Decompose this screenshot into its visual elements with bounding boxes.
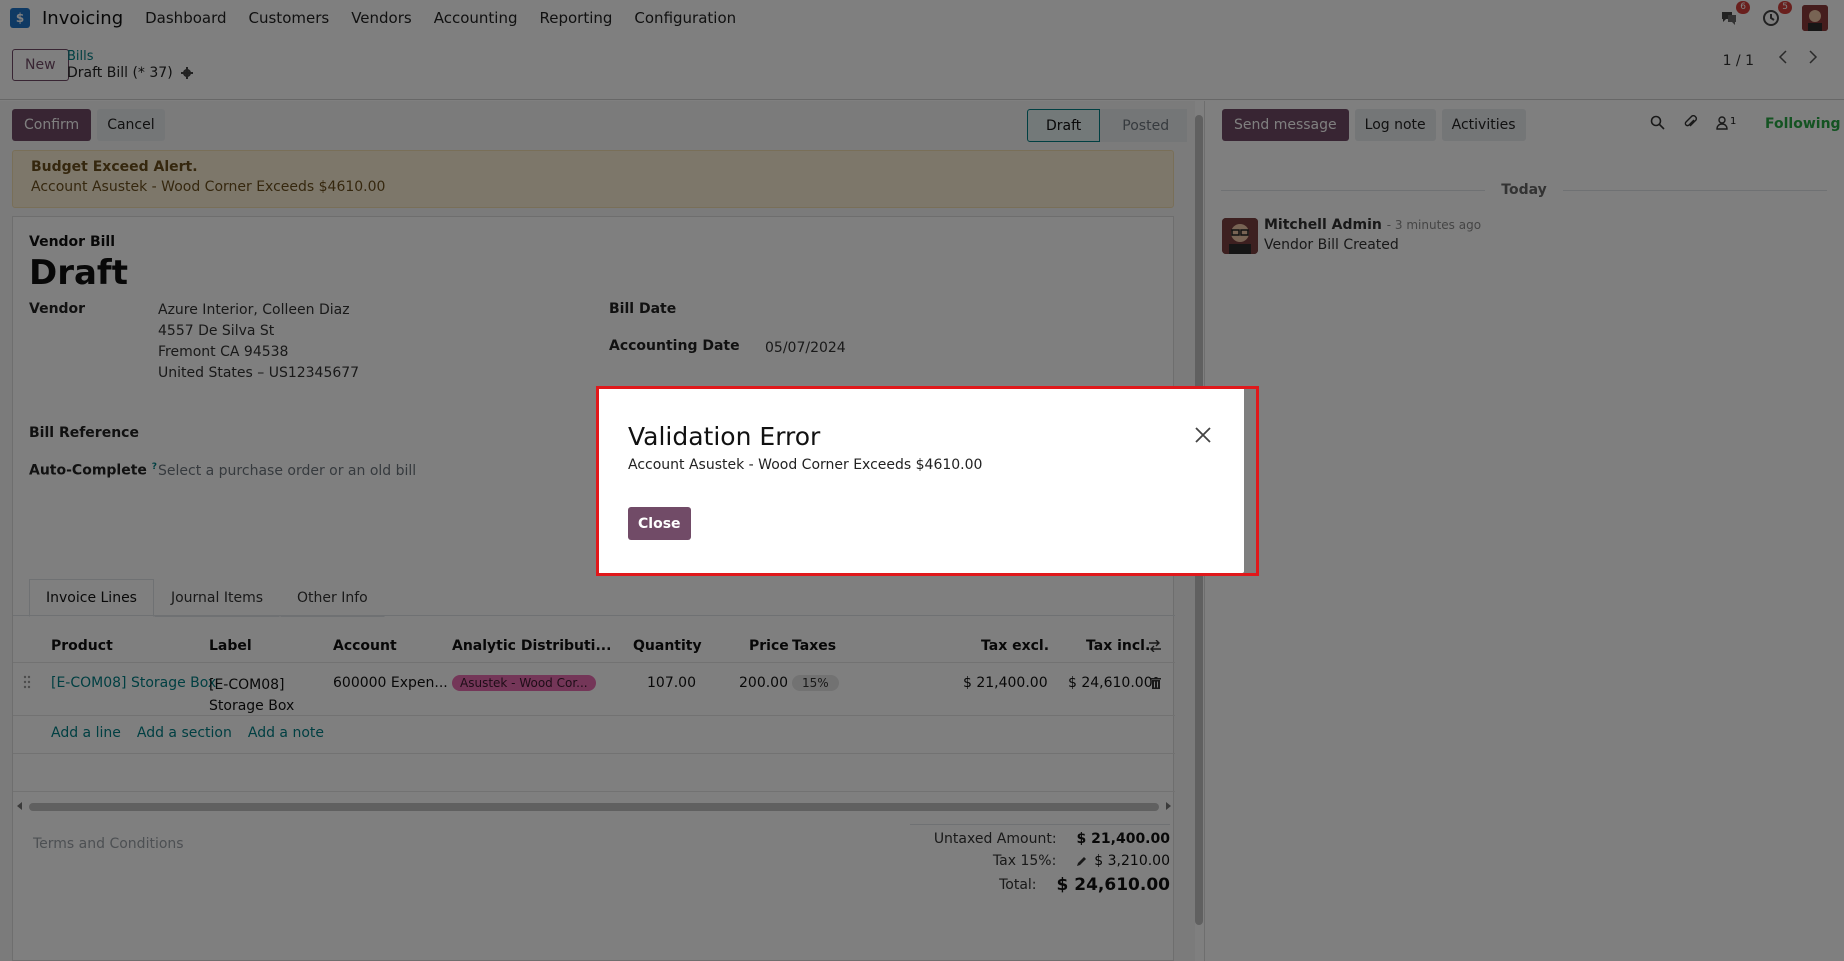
app-root: $ Invoicing Dashboard Customers Vendors … (0, 0, 1844, 961)
highlight-box (596, 386, 1259, 576)
